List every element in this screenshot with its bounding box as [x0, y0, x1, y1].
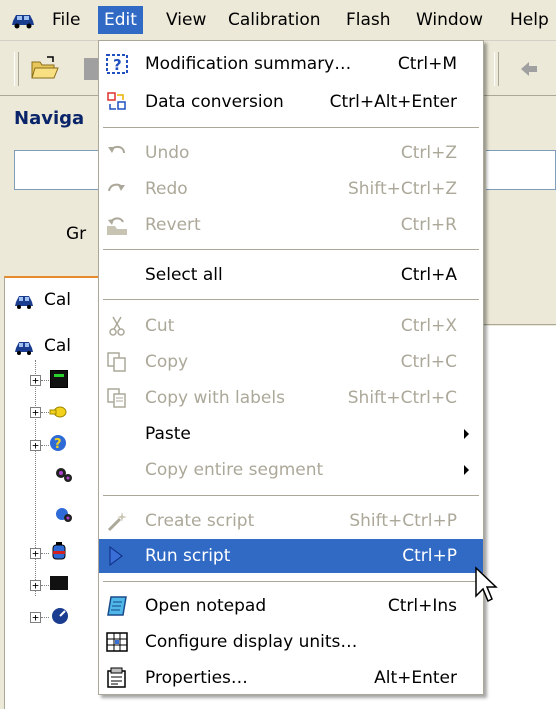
- modification-summary-icon: ?: [106, 54, 128, 74]
- tree-line: [41, 553, 49, 554]
- car-icon: [15, 296, 33, 309]
- tree-expander[interactable]: +: [30, 548, 41, 559]
- menu-separator: [103, 495, 479, 497]
- menu-item-cut[interactable]: Cut Ctrl+X: [99, 309, 483, 343]
- tab-divider: [482, 324, 556, 325]
- menu-separator: [103, 581, 479, 583]
- menu-separator: [103, 249, 479, 251]
- menu-item-paste[interactable]: Paste: [99, 417, 483, 451]
- navigator-search-input-right[interactable]: [486, 150, 556, 190]
- gears-help-icon: [56, 508, 72, 522]
- menu-bar: File Edit View Calibration Flash Window …: [0, 0, 556, 41]
- open-folder-icon[interactable]: [30, 54, 60, 82]
- copy-icon: [107, 352, 126, 372]
- submenu-arrow-icon: [464, 429, 469, 439]
- toolbar-grip[interactable]: [14, 52, 19, 86]
- mouse-cursor-icon: [475, 566, 498, 603]
- tree-expander[interactable]: +: [30, 407, 41, 418]
- svg-text:?: ?: [54, 437, 62, 452]
- navigator-pane-right: [482, 96, 556, 326]
- menu-item-run-script[interactable]: Run script Ctrl+P: [99, 539, 483, 573]
- navigator-title: Naviga: [14, 108, 85, 129]
- menu-separator: [103, 299, 479, 301]
- save-icon[interactable]: [84, 58, 98, 80]
- menu-item-modification-summary[interactable]: ? Modification summary… Ctrl+M: [99, 47, 483, 81]
- help-icon: ?: [50, 435, 66, 452]
- back-arrow-icon[interactable]: [518, 58, 540, 80]
- edit-menu: ? Modification summary… Ctrl+M Data conv…: [98, 40, 484, 695]
- group-label: Gr: [66, 224, 87, 244]
- car-icon: [15, 342, 33, 355]
- magic-wand-icon: [107, 512, 127, 532]
- scissors-icon: [109, 316, 125, 336]
- copy-with-labels-icon: [107, 388, 126, 408]
- tree-expander[interactable]: +: [30, 580, 41, 591]
- menu-separator: [103, 127, 479, 129]
- menu-item-revert[interactable]: Revert Ctrl+R: [99, 208, 483, 242]
- data-conversion-icon: [107, 92, 126, 110]
- redo-icon: [108, 183, 125, 192]
- display-units-icon: [106, 632, 128, 652]
- menu-item-copy-with-labels[interactable]: Copy with labels Shift+Ctrl+C: [99, 381, 483, 415]
- menu-item-copy[interactable]: Copy Ctrl+C: [99, 345, 483, 379]
- menu-window[interactable]: Window: [410, 6, 489, 34]
- gears-icon: [56, 468, 72, 482]
- menu-item-copy-entire-segment[interactable]: Copy entire segment: [99, 453, 483, 487]
- menu-item-select-all[interactable]: Select all Ctrl+A: [99, 258, 483, 292]
- notepad-icon: [107, 596, 127, 616]
- menu-item-configure-display-units[interactable]: Configure display units…: [99, 625, 483, 659]
- menu-item-open-notepad[interactable]: Open notepad Ctrl+Ins: [99, 589, 483, 623]
- module-icon: [50, 370, 68, 388]
- gauge-icon: [52, 608, 68, 624]
- svg-text:?: ?: [113, 56, 122, 74]
- tree-root-label[interactable]: Cal: [44, 336, 71, 356]
- undo-icon: [108, 145, 125, 154]
- revert-icon: [107, 217, 127, 235]
- menu-item-redo[interactable]: Redo Shift+Ctrl+Z: [99, 172, 483, 206]
- toolbar-divider: [494, 52, 499, 86]
- menu-item-data-conversion[interactable]: Data conversion Ctrl+Alt+Enter: [99, 85, 483, 119]
- chip-icon: [50, 576, 68, 590]
- car-icon[interactable]: [10, 11, 36, 29]
- tree-line: [41, 380, 49, 381]
- menu-help[interactable]: Help: [504, 6, 555, 34]
- tab-label: Cal: [44, 290, 72, 310]
- play-icon: [109, 546, 123, 566]
- menu-item-create-script[interactable]: Create script Shift+Ctrl+P: [99, 504, 483, 538]
- tree-expander[interactable]: +: [30, 440, 41, 451]
- menu-edit[interactable]: Edit: [98, 6, 143, 34]
- tree-line: [41, 585, 49, 586]
- menu-file[interactable]: File: [46, 6, 86, 34]
- tree-line: [35, 360, 36, 596]
- menu-flash[interactable]: Flash: [340, 6, 397, 34]
- menu-item-properties[interactable]: Properties… Alt+Enter: [99, 661, 483, 695]
- tree-expander[interactable]: +: [30, 375, 41, 386]
- submenu-arrow-icon: [464, 465, 469, 475]
- tree-line: [41, 617, 49, 618]
- menu-calibration[interactable]: Calibration: [222, 6, 327, 34]
- menu-item-undo[interactable]: Undo Ctrl+Z: [99, 136, 483, 170]
- fuel-tank-icon: [52, 542, 66, 560]
- menu-view[interactable]: View: [160, 6, 212, 34]
- tree-expander[interactable]: +: [30, 612, 41, 623]
- properties-icon: [107, 667, 126, 688]
- sensor-icon: [49, 406, 67, 418]
